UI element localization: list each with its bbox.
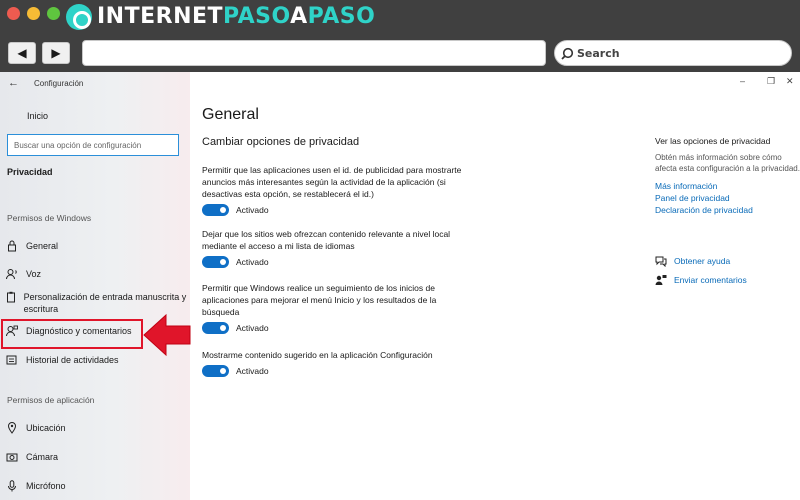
toggle-switch[interactable] — [202, 204, 229, 216]
setting-description: Dejar que los sitios web ofrezcan conten… — [202, 229, 451, 251]
link-privacy-dashboard[interactable]: Panel de privacidad — [655, 192, 800, 204]
sidebar-item-label: Ubicación — [26, 423, 66, 433]
setting-advertising-id: Permitir que las aplicaciones usen el id… — [202, 164, 470, 216]
get-help-label: Obtener ayuda — [674, 256, 731, 266]
back-arrow-icon[interactable]: ← — [8, 77, 19, 89]
sidebar-item-home[interactable]: Inicio — [0, 110, 190, 122]
toggle-state-label: Activado — [236, 366, 269, 376]
speech-icon — [5, 268, 19, 280]
close-window-button[interactable] — [7, 7, 20, 20]
setting-app-launch-tracking: Permitir que Windows realice un seguimie… — [202, 282, 470, 334]
link-privacy-statement[interactable]: Declaración de privacidad — [655, 204, 800, 216]
sidebar-item-label: Voz — [26, 269, 42, 279]
panel-title: Ver las opciones de privacidad — [655, 136, 771, 146]
settings-window: ← Configuración Inicio Buscar una opción… — [0, 72, 800, 500]
highlight-annotation-box — [1, 319, 143, 349]
get-help-link[interactable]: Obtener ayuda — [655, 255, 730, 267]
toggle-switch[interactable] — [202, 322, 229, 334]
setting-description: Mostrarme contenido sugerido en la aplic… — [202, 350, 433, 360]
toggle-switch[interactable] — [202, 365, 229, 377]
related-info-panel: Ver las opciones de privacidad Obtén más… — [655, 136, 800, 216]
sidebar-item-label: Micrófono — [26, 481, 66, 491]
forward-arrow-icon: ▶ — [51, 46, 61, 60]
clipboard-icon — [5, 291, 17, 303]
logo-icon — [66, 4, 92, 30]
browser-forward-button[interactable]: ▶ — [42, 42, 70, 64]
lock-icon — [5, 240, 19, 252]
back-arrow-icon: ◀ — [17, 46, 27, 60]
page-subtitle: Cambiar opciones de privacidad — [202, 136, 360, 148]
search-placeholder: Buscar una opción de configuración — [14, 140, 142, 150]
toggle-state-label: Activado — [236, 205, 269, 215]
panel-description: Obtén más información sobre cómo afecta … — [655, 153, 800, 173]
send-feedback-link[interactable]: Enviar comentarios — [655, 274, 747, 286]
main-content: General Cambiar opciones de privacidad P… — [190, 72, 800, 500]
red-pointer-arrow-icon — [143, 313, 191, 357]
sidebar-item-general[interactable]: General — [0, 240, 190, 252]
zoom-window-button[interactable] — [47, 7, 60, 20]
page-title: General — [202, 106, 259, 123]
link-more-info[interactable]: Más información — [655, 180, 800, 192]
minimize-window-button[interactable] — [27, 7, 40, 20]
sidebar: ← Configuración Inicio Buscar una opción… — [0, 72, 190, 500]
sidebar-item-label: Historial de actividades — [26, 355, 119, 365]
sidebar-item-label: Cámara — [26, 452, 59, 462]
window-title: Configuración — [34, 79, 84, 88]
toggle-switch[interactable] — [202, 256, 229, 268]
microphone-icon — [5, 480, 19, 492]
toggle-state-label: Activado — [236, 323, 269, 333]
sidebar-item-voz[interactable]: Voz — [0, 268, 190, 280]
setting-suggested-content: Mostrarme contenido sugerido en la aplic… — [202, 349, 470, 377]
sidebar-item-label: General — [26, 241, 59, 251]
setting-description: Permitir que Windows realice un seguimie… — [202, 283, 437, 317]
group-label-app-permissions: Permisos de aplicación — [7, 395, 95, 405]
sidebar-item-label: Inicio — [27, 111, 49, 121]
group-label-windows-permissions: Permisos de Windows — [7, 213, 92, 223]
site-logo: INTERNETPASOAPASO — [66, 4, 375, 30]
address-bar[interactable] — [82, 40, 546, 66]
toggle-state-label: Activado — [236, 257, 269, 267]
logo-text: INTERNETPASOAPASO — [97, 4, 376, 29]
sidebar-item-location[interactable]: Ubicación — [0, 422, 190, 434]
setting-language-list: Dejar que los sitios web ofrezcan conten… — [202, 228, 470, 268]
browser-search-field[interactable]: Search — [554, 40, 792, 66]
send-feedback-label: Enviar comentarios — [674, 275, 747, 285]
sidebar-item-camera[interactable]: Cámara — [0, 451, 190, 463]
settings-search-input[interactable]: Buscar una opción de configuración — [7, 134, 179, 156]
location-pin-icon — [5, 422, 19, 434]
setting-description: Permitir que las aplicaciones usen el id… — [202, 165, 462, 199]
search-label: Search — [577, 46, 620, 60]
feedback-icon — [655, 274, 667, 286]
search-icon — [561, 47, 574, 60]
help-chat-icon — [655, 255, 667, 267]
browser-chrome: INTERNETPASOAPASO ◀ ▶ Search — [0, 0, 800, 72]
browser-back-button[interactable]: ◀ — [8, 42, 36, 64]
history-icon — [5, 354, 19, 366]
camera-icon — [5, 451, 19, 463]
section-title: Privacidad — [7, 167, 53, 177]
sidebar-item-microphone[interactable]: Micrófono — [0, 480, 190, 492]
